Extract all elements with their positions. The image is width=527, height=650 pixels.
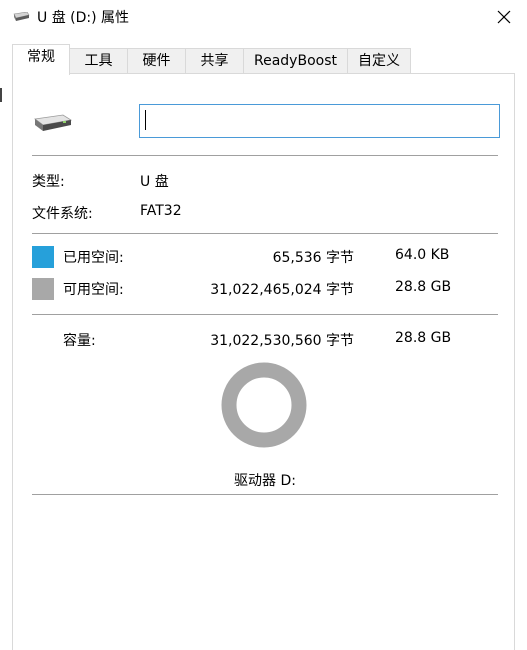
window-edge-mark: [0, 88, 2, 102]
tab-tools[interactable]: 工具: [69, 48, 128, 74]
tab-strip: 常规 工具 硬件 共享 ReadyBoost 自定义: [12, 44, 512, 75]
close-button[interactable]: [481, 0, 527, 34]
volume-name-input[interactable]: [139, 104, 500, 138]
separator: [32, 155, 498, 156]
type-label: 类型:: [32, 174, 65, 190]
drive-icon: [13, 12, 30, 21]
tab-general[interactable]: 常规: [12, 44, 70, 75]
tab-hardware[interactable]: 硬件: [127, 48, 186, 74]
capacity-bytes: 31,022,530,560 字节: [210, 333, 354, 349]
free-space-bytes: 31,022,465,024 字节: [210, 282, 354, 298]
drive-icon: [33, 114, 73, 131]
free-space-ring: [221, 362, 307, 448]
free-space-label: 可用空间:: [63, 282, 124, 298]
title-bar: U 盘 (D:) 属性: [0, 0, 527, 34]
disk-usage-donut: [221, 362, 307, 448]
close-icon: [497, 10, 511, 24]
separator: [32, 494, 498, 495]
used-space-swatch: [32, 246, 54, 268]
used-space-label: 已用空间:: [63, 250, 124, 266]
tab-customize[interactable]: 自定义: [347, 48, 411, 74]
capacity-size: 28.8 GB: [395, 330, 452, 346]
tab-readyboost[interactable]: ReadyBoost: [243, 48, 348, 74]
type-value: U 盘: [140, 174, 169, 190]
separator: [32, 233, 498, 234]
drive-letter-label: 驱动器 D:: [234, 473, 296, 489]
separator: [32, 314, 498, 315]
used-space-size: 64.0 KB: [395, 247, 450, 263]
used-space-bytes: 65,536 字节: [272, 250, 354, 266]
text-caret: [145, 110, 146, 130]
filesystem-label: 文件系统:: [32, 206, 93, 222]
capacity-label: 容量:: [63, 333, 96, 349]
free-space-swatch: [32, 278, 54, 300]
free-space-size: 28.8 GB: [395, 279, 452, 295]
tab-sharing[interactable]: 共享: [185, 48, 244, 74]
filesystem-value: FAT32: [140, 203, 182, 219]
window-title: U 盘 (D:) 属性: [37, 10, 130, 26]
